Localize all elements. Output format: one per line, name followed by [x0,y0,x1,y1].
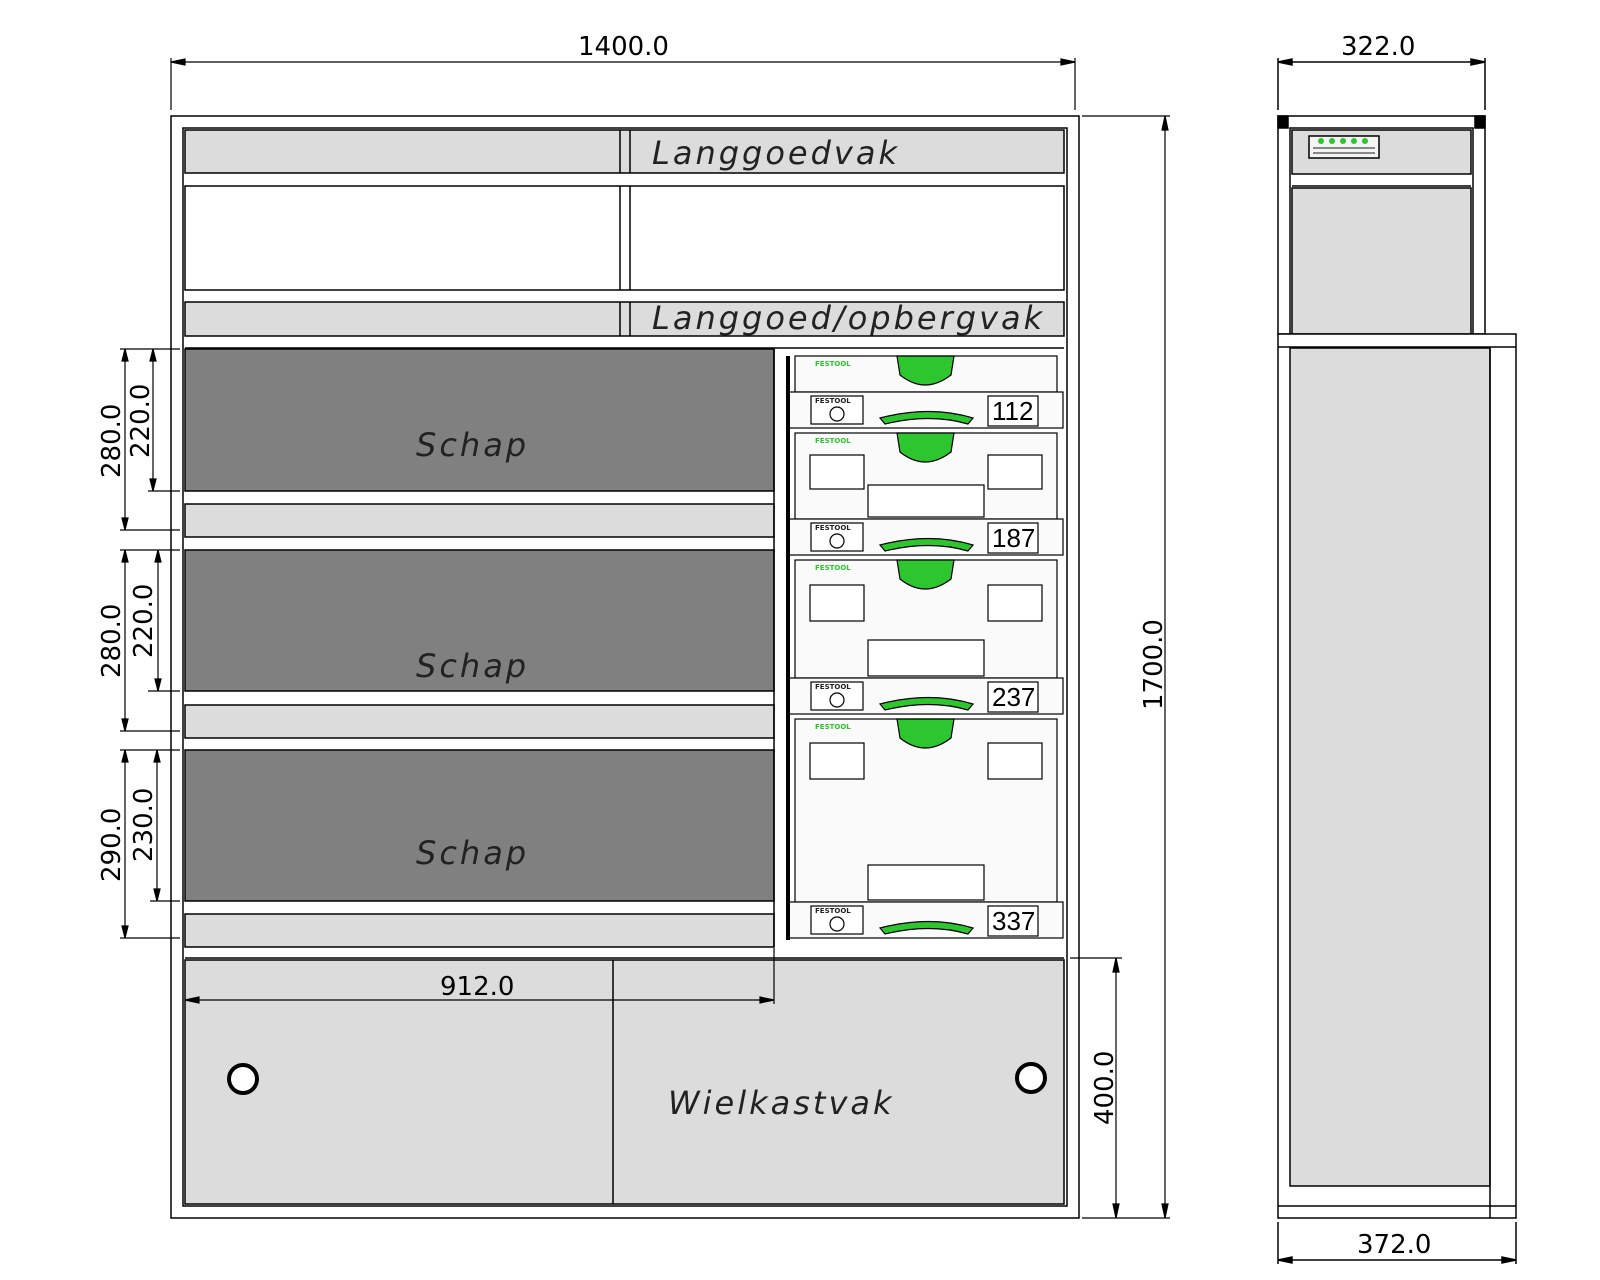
label-langgoed-opbergvak: Langgoed/opbergvak [652,299,1045,337]
label-wielkastvak: Wielkastvak [668,1084,895,1122]
dim-shelf-outer-3: 290.0 [97,808,127,882]
systainer-brand-2b: FESTOOL [815,524,851,532]
wheel-compartment [184,959,1065,1205]
dim-shelf-inner-1: 220.0 [126,384,156,458]
systainer-brand-4b: FESTOOL [815,907,851,915]
dim-depth-bottom: 372.0 [1357,1230,1431,1260]
dim-width-total: 1400.0 [578,32,669,62]
systainer-brand-2: FESTOOL [815,437,851,445]
systainer-brand-3: FESTOOL [815,564,851,572]
dim-height-total: 1700.0 [1139,619,1169,710]
label-shelf-3: Schap [416,834,529,872]
label-shelf-2: Schap [416,647,529,685]
systainer-size-337: 337 [992,906,1035,936]
label-shelf-1: Schap [416,426,529,464]
systainer-brand-4: FESTOOL [815,723,851,731]
label-langgoedvak: Langgoedvak [652,134,900,172]
dim-shelf-outer-2: 280.0 [97,604,127,678]
dim-depth-top: 322.0 [1341,32,1415,62]
shelf-1 [184,348,775,492]
systainer-brand-1: FESTOOL [815,360,851,368]
shelf-3 [184,749,775,902]
dim-shelf-inner-2: 220.0 [129,584,159,658]
systainer-size-187: 187 [992,523,1035,553]
systainer-size-237: 237 [992,682,1035,712]
systainer-brand-1b: FESTOOL [815,397,851,405]
dim-width-shelves: 912.0 [440,972,514,1002]
dim-shelf-outer-1: 280.0 [97,404,127,478]
dim-shelf-inner-3: 230.0 [129,788,159,862]
cabinet-drawing: FESTOOL FESTOOL FESTOOL FESTOOL FESTOOL … [97,32,1517,1264]
systainer-size-112: 112 [992,396,1033,426]
systainer-brand-3b: FESTOOL [815,683,851,691]
dim-height-wheel: 400.0 [1090,1051,1120,1125]
side-view [1277,58,1517,1264]
